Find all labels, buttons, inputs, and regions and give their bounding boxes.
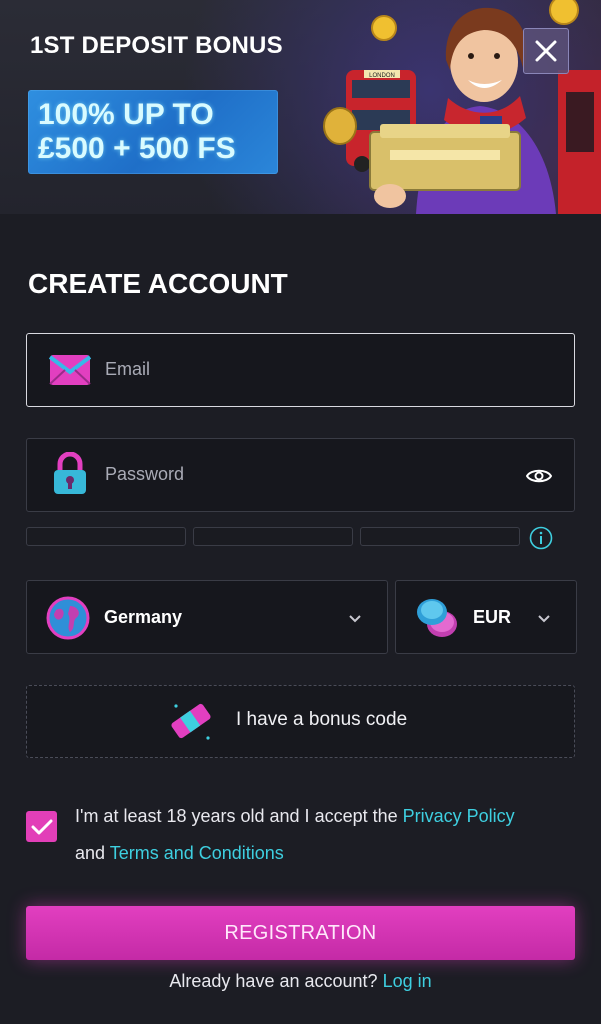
close-button[interactable] xyxy=(523,28,569,74)
terms-prefix: I'm at least 18 years old and I accept t… xyxy=(75,806,403,826)
terms-conditions-link[interactable]: Terms and Conditions xyxy=(110,843,284,863)
password-strength-bar-3 xyxy=(360,527,520,546)
lock-icon xyxy=(54,452,86,494)
bonus-code-label: I have a bonus code xyxy=(236,709,408,730)
login-prompt-line: Already have an account? Log in xyxy=(0,971,601,992)
checkmark-icon xyxy=(31,819,52,834)
chevron-down-icon xyxy=(349,615,361,623)
page-title: CREATE ACCOUNT xyxy=(28,268,288,299)
ticket-icon xyxy=(171,703,211,740)
terms-middle: and xyxy=(75,843,110,863)
password-strength-bar-1 xyxy=(26,527,186,546)
terms-checkbox[interactable] xyxy=(26,811,57,842)
globe-icon xyxy=(46,596,90,640)
login-link[interactable]: Log in xyxy=(383,971,432,991)
envelope-icon xyxy=(49,355,91,385)
registration-button[interactable]: REGISTRATION xyxy=(26,906,575,960)
close-icon xyxy=(535,40,557,62)
currency-value: EUR xyxy=(473,607,512,627)
privacy-policy-link[interactable]: Privacy Policy xyxy=(403,806,515,826)
promo-banner: 1ST DEPOSIT BONUS 100% UP TO £500 + 500 … xyxy=(0,0,601,214)
bus-sign: LONDON xyxy=(369,73,395,79)
password-placeholder: Password xyxy=(105,464,185,484)
info-icon[interactable] xyxy=(529,526,553,550)
offer-line-2: £500 + 500 FS xyxy=(38,132,236,165)
eye-icon[interactable] xyxy=(526,467,552,485)
terms-text: I'm at least 18 years old and I accept t… xyxy=(75,798,585,872)
login-prompt: Already have an account? xyxy=(169,971,378,991)
banner-title: 1ST DEPOSIT BONUS xyxy=(30,32,283,59)
coins-icon xyxy=(417,599,457,637)
password-strength-bar-2 xyxy=(193,527,353,546)
country-value: Germany xyxy=(104,607,183,627)
email-placeholder: Email xyxy=(105,359,151,379)
offer-badge: 100% UP TO £500 + 500 FS xyxy=(28,90,278,174)
chevron-down-icon xyxy=(538,615,550,623)
offer-line-1: 100% UP TO xyxy=(38,98,214,131)
